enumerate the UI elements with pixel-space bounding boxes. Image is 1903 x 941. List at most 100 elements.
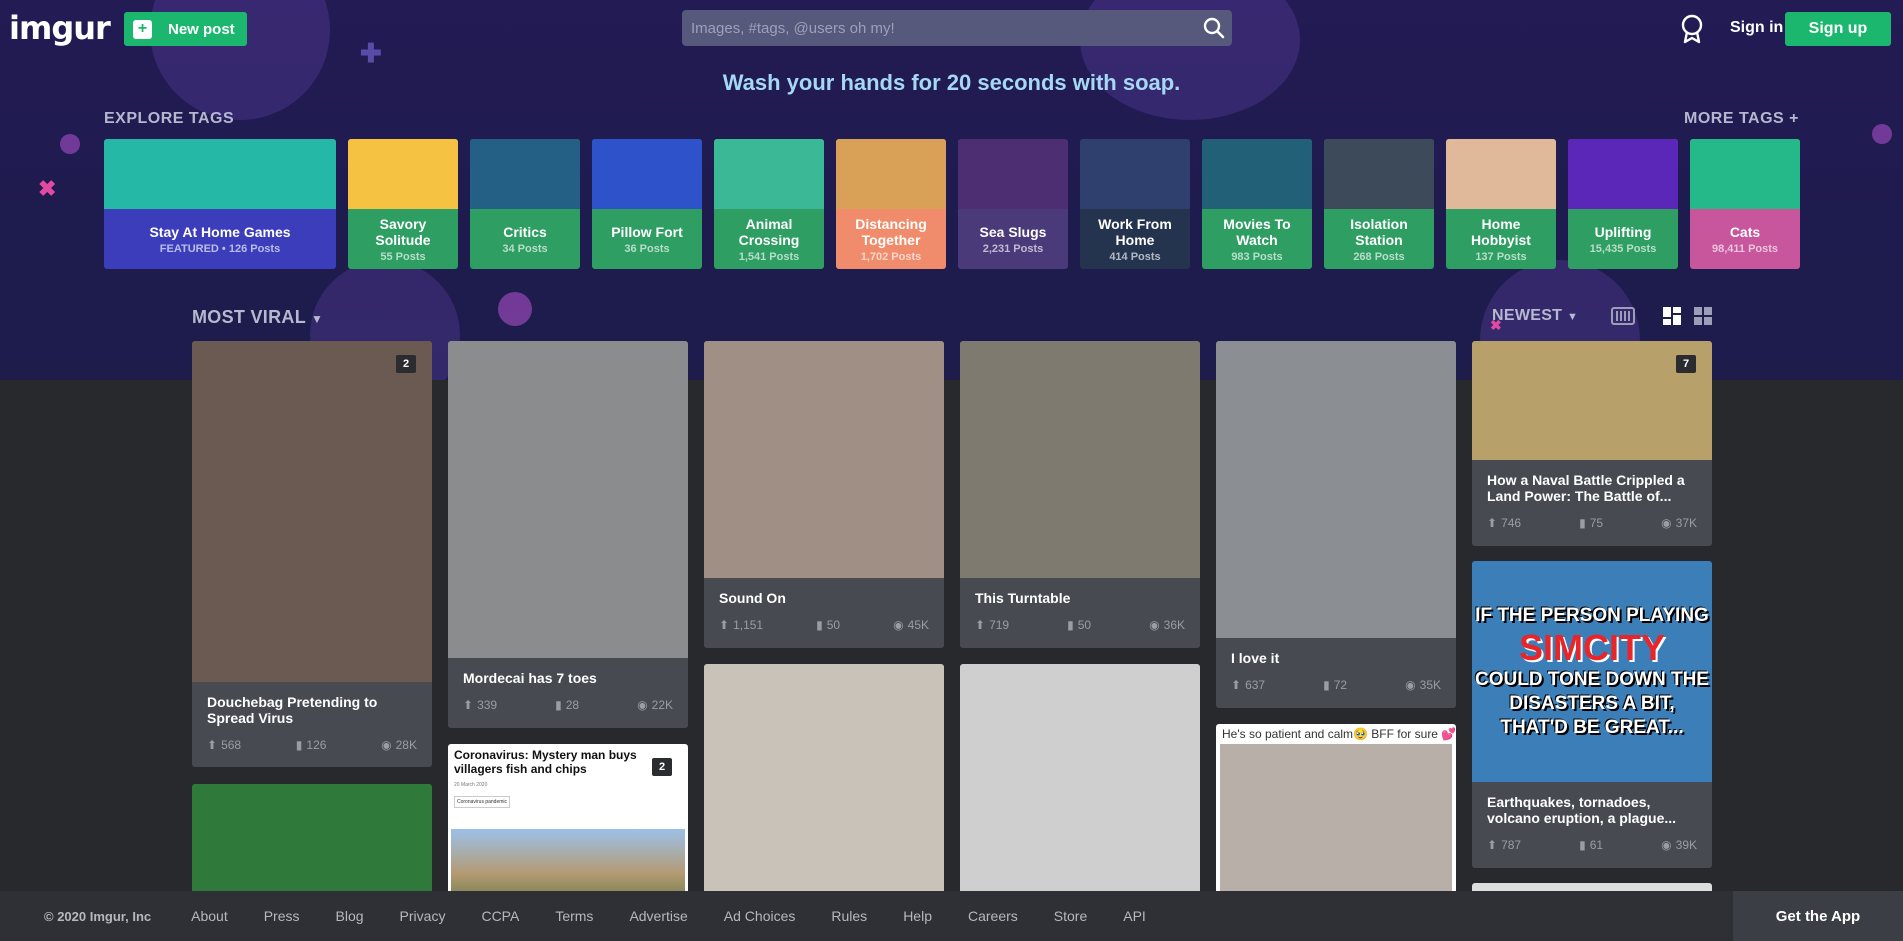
order-sort-dropdown[interactable]: NEWEST ▼ [1492, 307, 1578, 325]
post-card[interactable] [192, 784, 432, 904]
footer-link-api[interactable]: API [1123, 908, 1146, 924]
footer-link-ad-choices[interactable]: Ad Choices [724, 908, 796, 924]
more-tags-link[interactable]: MORE TAGS + [1684, 110, 1799, 128]
post-image [960, 341, 1200, 578]
image-count-badge: 2 [652, 758, 672, 776]
comment-count: 50 [1077, 618, 1092, 632]
tag-card[interactable]: Isolation Station 268 Posts [1324, 139, 1434, 269]
post-stats: ⬆ 1,151 ▮ 50 ◉ 45K [704, 618, 944, 632]
sign-in-link[interactable]: Sign in [1730, 19, 1783, 37]
post-card[interactable]: Sound On ⬆ 1,151 ▮ 50 ◉ 45K [704, 341, 944, 648]
tag-card[interactable]: Animal Crossing 1,541 Posts [714, 139, 824, 269]
tag-count: 268 Posts [1353, 250, 1405, 263]
footer-link-privacy[interactable]: Privacy [400, 908, 446, 924]
post-card[interactable]: 7 How a Naval Battle Crippled a Land Pow… [1472, 341, 1712, 546]
footer-link-careers[interactable]: Careers [968, 908, 1018, 924]
footer-link-about[interactable]: About [191, 908, 228, 924]
post-card[interactable]: I love it ⬆ 637 ▮ 72 ◉ 35K [1216, 341, 1456, 708]
tag-card[interactable]: Critics 34 Posts [470, 139, 580, 269]
eye-icon: ◉ [1661, 516, 1672, 530]
eye-icon: ◉ [381, 738, 392, 752]
section-sort-label: MOST VIRAL [192, 307, 306, 327]
tag-card[interactable]: Stay At Home Games FEATURED • 126 Posts [104, 139, 336, 269]
imgur-logo[interactable]: imgur [9, 9, 111, 47]
tag-card[interactable]: Cats 98,411 Posts [1690, 139, 1800, 269]
post-card[interactable]: Mordecai has 7 toes ⬆ 339 ▮ 28 ◉ 22K [448, 341, 688, 728]
upvote-icon: ⬆ [1487, 838, 1498, 852]
post-image [704, 664, 944, 904]
comment-stat: ▮ 75 [1579, 516, 1603, 530]
tag-card[interactable]: Distancing Together 1,702 Posts [836, 139, 946, 269]
eye-icon: ◉ [893, 618, 904, 632]
post-card[interactable] [960, 664, 1200, 904]
post-card[interactable]: He's so patient and calm🥹 BFF for sure 💕 [1216, 724, 1456, 904]
post-card[interactable]: IF THE PERSON PLAYING SIMCITY COULD TONE… [1472, 561, 1712, 868]
upvote-stat: ⬆ 339 [463, 698, 497, 712]
slideshow-view-icon[interactable] [1611, 307, 1635, 325]
section-sort-dropdown[interactable]: MOST VIRAL ▼ [192, 307, 323, 328]
tag-card[interactable]: Uplifting 15,435 Posts [1568, 139, 1678, 269]
upvote-stat: ⬆ 787 [1487, 838, 1521, 852]
views-stat: ◉ 35K [1405, 678, 1441, 692]
upvote-icon: ⬆ [975, 618, 986, 632]
comment-icon: ▮ [1579, 838, 1586, 852]
new-post-button[interactable]: + New post [124, 12, 247, 46]
upvote-stat: ⬆ 568 [207, 738, 241, 752]
new-post-label: New post [168, 20, 235, 38]
announcement-banner: Wash your hands for 20 seconds with soap… [722, 70, 1181, 95]
tag-name: Movies To Watch [1223, 215, 1291, 248]
tag-card[interactable]: Movies To Watch 983 Posts [1202, 139, 1312, 269]
footer-link-store[interactable]: Store [1054, 908, 1087, 924]
grid-view-icon[interactable] [1694, 307, 1716, 325]
post-caption: He's so patient and calm🥹 BFF for sure 💕 [1222, 727, 1456, 741]
post-card[interactable]: This Turntable ⬆ 719 ▮ 50 ◉ 36K [960, 341, 1200, 648]
post-image [704, 341, 944, 578]
award-icon[interactable] [1679, 14, 1705, 44]
tag-image [714, 139, 824, 209]
post-card[interactable]: Coronavirus: Mystery man buys villagers … [448, 744, 688, 904]
tag-card[interactable]: Pillow Fort 36 Posts [592, 139, 702, 269]
tag-name: Cats [1729, 223, 1761, 240]
post-stats: ⬆ 787 ▮ 61 ◉ 39K [1472, 838, 1712, 852]
view-count: 39K [1675, 838, 1697, 852]
footer-link-terms[interactable]: Terms [555, 908, 593, 924]
footer-link-help[interactable]: Help [903, 908, 932, 924]
sign-up-button[interactable]: Sign up [1785, 12, 1891, 46]
footer-link-advertise[interactable]: Advertise [629, 908, 687, 924]
upvote-stat: ⬆ 719 [975, 618, 1009, 632]
tag-count: 98,411 Posts [1711, 242, 1779, 255]
view-count: 35K [1419, 678, 1441, 692]
comment-count: 50 [826, 618, 841, 632]
tag-image [1690, 139, 1800, 209]
footer-link-ccpa[interactable]: CCPA [481, 908, 519, 924]
post-image [192, 341, 432, 682]
search-bar [682, 10, 1232, 46]
upvote-count: 787 [1501, 838, 1522, 852]
search-input[interactable] [682, 10, 1196, 46]
get-app-button[interactable]: Get the App [1733, 891, 1903, 941]
upvote-icon: ⬆ [1487, 516, 1498, 530]
post-card[interactable]: 2 Douchebag Pretending to Spread Virus ⬆… [192, 341, 432, 767]
tag-card[interactable]: Work From Home 414 Posts [1080, 139, 1190, 269]
post-card[interactable] [704, 664, 944, 904]
comment-stat: ▮ 50 [1067, 618, 1091, 632]
tag-image [836, 139, 946, 209]
explore-tags-heading: EXPLORE TAGS [104, 110, 235, 127]
search-icon[interactable] [1196, 10, 1232, 46]
post-title: Douchebag Pretending to Spread Virus [207, 694, 378, 726]
post-image [448, 341, 688, 658]
footer-link-press[interactable]: Press [264, 908, 300, 924]
tag-name: Savory Solitude [375, 215, 431, 248]
tag-name: Work From Home [1098, 215, 1172, 248]
tag-image [592, 139, 702, 209]
footer-link-blog[interactable]: Blog [336, 908, 364, 924]
tag-card[interactable]: Sea Slugs 2,231 Posts [958, 139, 1068, 269]
view-count: 28K [395, 738, 417, 752]
tag-card[interactable]: Home Hobbyist 137 Posts [1446, 139, 1556, 269]
tag-name: Critics [503, 223, 547, 240]
tag-card[interactable]: Savory Solitude 55 Posts [348, 139, 458, 269]
tag-image [1080, 139, 1190, 209]
footer-link-rules[interactable]: Rules [831, 908, 867, 924]
tag-name: Stay At Home Games [149, 223, 291, 240]
waterfall-view-icon[interactable] [1663, 307, 1685, 325]
